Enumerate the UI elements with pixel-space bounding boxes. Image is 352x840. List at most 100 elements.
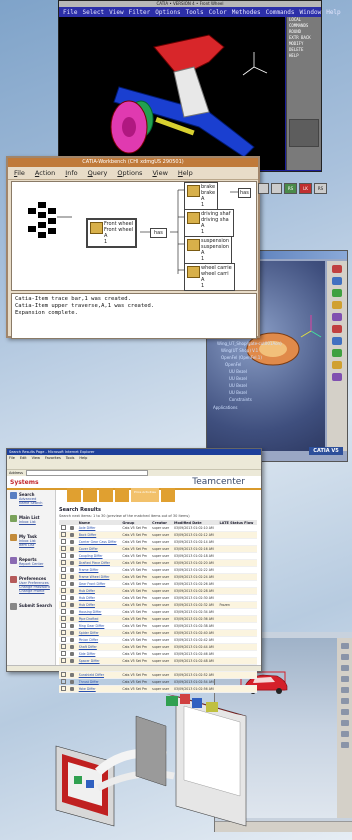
table-row[interactable]: Spacer Differ Cats V5 Set Pm super user 03/… [59, 657, 257, 665]
tool-icon[interactable] [341, 720, 349, 726]
menu-commands[interactable]: Commands [266, 8, 295, 17]
table-row[interactable]: Hub Differ Cats V5 Set Pm super user 03/09/… [59, 587, 257, 595]
tool-icon[interactable] [341, 643, 349, 649]
menu-options[interactable]: Options [117, 167, 142, 179]
col-header-status[interactable]: LATE Status Flow [217, 520, 257, 525]
nav-section[interactable]: Preferences [7, 574, 55, 583]
tool-icon[interactable] [332, 289, 342, 297]
checkbox[interactable] [61, 658, 66, 663]
checkbox[interactable] [61, 532, 66, 537]
checkbox[interactable] [61, 553, 66, 558]
item-name-link[interactable]: Coupling Differ [76, 552, 121, 560]
item-name-link[interactable]: Back Differ [76, 531, 121, 539]
tool-icon[interactable] [332, 361, 342, 369]
tool-icon[interactable] [332, 313, 342, 321]
tool-icon[interactable] [332, 337, 342, 345]
menu-action[interactable]: Action [35, 167, 55, 179]
table-row[interactable]: Hub Differ Cats V5 Set Pm super user 03/09/… [59, 594, 257, 602]
tool-icon[interactable] [332, 373, 342, 381]
checkbox[interactable] [61, 672, 66, 677]
menu-info[interactable]: Info [65, 167, 77, 179]
lk-button[interactable]: LK [299, 183, 312, 194]
tree-item[interactable]: UU Bezel [229, 376, 247, 381]
relation-has[interactable]: has [238, 188, 251, 198]
table-row[interactable]: Carrier Gear Cass Differ Cats V5 Set Pm su… [59, 538, 257, 546]
menu-tools[interactable]: Tools [66, 455, 75, 461]
checkbox[interactable] [61, 609, 66, 614]
row-checkbox[interactable] [59, 629, 69, 637]
tree-item[interactable]: Wing(UT Shop) V.1 [221, 348, 258, 353]
row-checkbox[interactable] [59, 573, 69, 581]
row-checkbox[interactable] [59, 580, 69, 588]
tool-icon[interactable] [341, 698, 349, 704]
item-name-link[interactable]: Frame Differ [76, 566, 121, 574]
item-name-link[interactable]: Sunshield Differ [76, 671, 121, 679]
browser-toolbar[interactable] [7, 461, 261, 470]
row-checkbox[interactable] [59, 559, 69, 567]
menu-favorites[interactable]: Favorites [45, 455, 61, 461]
tab[interactable] [83, 488, 97, 502]
child-node-driving-shaft[interactable]: driving shaf driving sha A 1 [184, 209, 234, 237]
tree-item[interactable]: UU Bezel [229, 383, 247, 388]
tool-icon[interactable] [341, 742, 349, 748]
row-checkbox[interactable] [59, 566, 69, 574]
checkbox[interactable] [61, 623, 66, 628]
root-node-front-wheel[interactable]: Front wheel Front wheel A 1 [86, 218, 138, 248]
row-checkbox[interactable] [59, 594, 69, 602]
item-name-link[interactable]: Spacer Differ [76, 657, 121, 665]
tool-icon[interactable] [332, 349, 342, 357]
table-row[interactable]: Side Differ Cats V5 Set Pm super user 03/09… [59, 650, 257, 658]
menu-file[interactable]: File [14, 167, 25, 179]
item-name-link[interactable]: Housing Differ [76, 608, 121, 616]
table-row[interactable]: Drafted Piece Differ Cats V5 Set Pm super … [59, 559, 257, 567]
row-checkbox[interactable] [59, 678, 69, 686]
tool-icon[interactable] [332, 325, 342, 333]
checkbox[interactable] [61, 567, 66, 572]
checkbox[interactable] [61, 637, 66, 642]
item-name-link[interactable]: Cover Differ [76, 545, 121, 553]
3d-viewport[interactable] [59, 17, 285, 170]
nav-section[interactable]: Search [7, 490, 55, 499]
table-row[interactable]: Coupling Differ Cats V5 Set Pm super user 0… [59, 552, 257, 560]
item-name-link[interactable]: Yoke Differ [76, 685, 121, 693]
tab[interactable] [67, 488, 81, 502]
menu-window[interactable]: Window [300, 8, 322, 17]
tree-item[interactable]: OpenFel [225, 362, 241, 367]
menu-file[interactable]: File [9, 455, 15, 461]
row-checkbox[interactable] [59, 552, 69, 560]
tree-item-applications[interactable]: Applications [213, 405, 237, 410]
menu-edit[interactable]: Edit [20, 455, 27, 461]
table-row[interactable]: Back Differ Cats V5 Set Pm super user 03/09… [59, 531, 257, 539]
tree-item[interactable]: UU Bezel [229, 390, 247, 395]
tab-price-activities[interactable]: Price Activities [131, 488, 159, 502]
checkbox[interactable] [61, 546, 66, 551]
item-name-link[interactable]: Side Differ [76, 650, 121, 658]
tool-icon[interactable] [332, 277, 342, 285]
tool-icon[interactable] [332, 301, 342, 309]
tool-icon[interactable] [341, 676, 349, 682]
item-name-link[interactable]: Ring Gear Differ [76, 622, 121, 630]
table-row[interactable]: Housing Differ Cats V5 Set Pm super user 03… [59, 608, 257, 616]
checkbox[interactable] [61, 595, 66, 600]
menu-select[interactable]: Select [82, 8, 104, 17]
table-row[interactable]: Frame Wheel Differ Cats V5 Set Pm super us… [59, 573, 257, 581]
rs-button[interactable]: RS [314, 183, 327, 194]
panel-button-group[interactable] [289, 119, 319, 147]
menu-help[interactable]: Help [178, 167, 193, 179]
menu-color[interactable]: Color [209, 8, 227, 17]
strip-button[interactable] [258, 183, 269, 194]
strip-button[interactable] [271, 183, 282, 194]
item-name-link[interactable]: Thrust Differ [76, 678, 121, 686]
item-name-link[interactable]: Gear Front Differ [76, 580, 121, 588]
item-name-link[interactable]: Pinion Differ [76, 636, 121, 644]
tool-icon[interactable] [341, 654, 349, 660]
table-row[interactable]: Ring Gear Differ Cats V5 Set Pm super user… [59, 622, 257, 630]
row-checkbox[interactable] [59, 531, 69, 539]
row-checkbox[interactable] [59, 657, 69, 665]
tree-item[interactable]: UU Bezel [229, 369, 247, 374]
nav-section[interactable]: Main List [7, 513, 55, 522]
checkbox[interactable] [61, 539, 66, 544]
checkbox[interactable] [61, 651, 66, 656]
menu-view[interactable]: View [152, 167, 167, 179]
row-checkbox[interactable] [59, 650, 69, 658]
